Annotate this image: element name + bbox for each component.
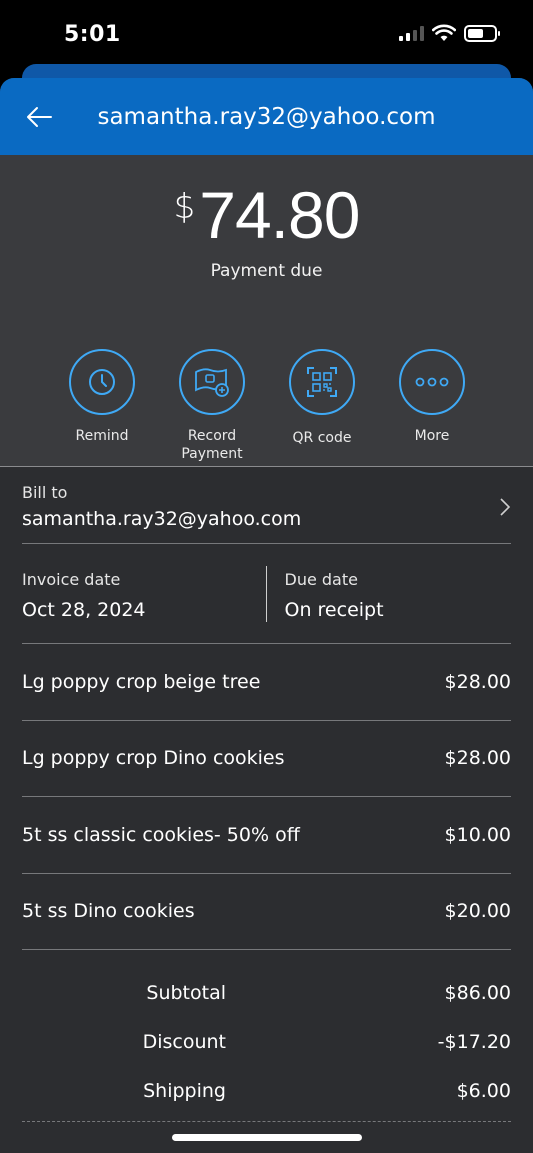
qr-code-icon <box>307 367 337 397</box>
line-item: Lg poppy crop beige tree $28.00 <box>22 644 511 721</box>
totals-section: Subtotal $86.00 Discount -$17.20 Shippin… <box>22 950 511 1115</box>
remind-label: Remind <box>75 428 129 444</box>
wifi-icon <box>432 24 456 41</box>
more-label: More <box>414 428 450 444</box>
status-time: 5:01 <box>64 22 121 47</box>
subtotal-row: Subtotal $86.00 <box>22 968 511 1017</box>
currency-symbol: $ <box>173 187 196 227</box>
bill-to-label: Bill to <box>22 483 68 502</box>
due-date-label: Due date <box>284 570 358 589</box>
record-payment-button[interactable]: Record Payment <box>157 349 267 463</box>
item-name: 5t ss classic cookies- 50% off <box>22 823 300 846</box>
totals-dashed-divider <box>22 1121 511 1122</box>
record-payment-icon <box>195 368 229 397</box>
qr-code-label: QR code <box>292 430 352 446</box>
invoice-details: Bill to samantha.ray32@yahoo.com Invoice… <box>0 466 533 1153</box>
discount-value: -$17.20 <box>437 1030 511 1053</box>
due-date: Due date On receipt <box>267 544 512 643</box>
invoice-sheet: samantha.ray32@yahoo.com $ 74.80 Payment… <box>0 78 533 1153</box>
record-payment-label: Record Payment <box>181 428 243 462</box>
header-bar: samantha.ray32@yahoo.com <box>0 78 533 155</box>
more-circle[interactable] <box>399 349 465 415</box>
chevron-right-icon <box>500 498 511 516</box>
bill-to-email: samantha.ray32@yahoo.com <box>22 508 302 530</box>
discount-label: Discount <box>142 1030 226 1053</box>
item-name: Lg poppy crop Dino cookies <box>22 747 285 770</box>
amount-due: $ 74.80 <box>173 177 361 253</box>
discount-row: Discount -$17.20 <box>22 1017 511 1066</box>
item-name: 5t ss Dino cookies <box>22 900 195 923</box>
invoice-date-value: Oct 28, 2024 <box>22 599 146 621</box>
qr-code-circle[interactable] <box>289 349 355 415</box>
amount-section: $ 74.80 Payment due <box>0 155 533 281</box>
more-dots-icon <box>415 377 449 387</box>
invoice-date: Invoice date Oct 28, 2024 <box>22 544 267 643</box>
back-arrow-icon[interactable] <box>24 102 54 132</box>
amount-label: Payment due <box>210 261 323 281</box>
subtotal-label: Subtotal <box>146 981 226 1004</box>
status-icons <box>399 24 500 42</box>
shipping-row: Shipping $6.00 <box>22 1066 511 1115</box>
line-items: Lg poppy crop beige tree $28.00 Lg poppy… <box>22 644 511 950</box>
cellular-signal-icon <box>399 25 424 41</box>
qr-code-button[interactable]: QR code <box>267 349 377 463</box>
status-bar: 5:01 <box>0 0 533 66</box>
home-indicator[interactable] <box>172 1134 362 1141</box>
due-date-value: On receipt <box>284 599 384 621</box>
action-buttons: Remind Record Payment QR code More <box>47 349 487 463</box>
line-item: Lg poppy crop Dino cookies $28.00 <box>22 721 511 797</box>
bill-to-row[interactable]: Bill to samantha.ray32@yahoo.com <box>22 467 511 544</box>
date-divider <box>266 566 267 622</box>
shipping-value: $6.00 <box>456 1079 511 1102</box>
line-item: 5t ss Dino cookies $20.00 <box>22 874 511 950</box>
invoice-date-label: Invoice date <box>22 570 121 589</box>
clock-icon <box>89 369 115 395</box>
item-price: $28.00 <box>444 747 511 770</box>
item-price: $10.00 <box>444 823 511 846</box>
more-button[interactable]: More <box>377 349 487 463</box>
item-price: $20.00 <box>444 900 511 923</box>
dates-row: Invoice date Oct 28, 2024 Due date On re… <box>22 544 511 644</box>
header-title: samantha.ray32@yahoo.com <box>97 103 436 130</box>
shipping-label: Shipping <box>143 1079 226 1102</box>
item-price: $28.00 <box>444 670 511 693</box>
record-payment-circle[interactable] <box>179 349 245 415</box>
line-item: 5t ss classic cookies- 50% off $10.00 <box>22 797 511 874</box>
amount-value: 74.80 <box>199 178 360 252</box>
remind-circle[interactable] <box>69 349 135 415</box>
remind-button[interactable]: Remind <box>47 349 157 463</box>
subtotal-value: $86.00 <box>444 981 511 1004</box>
battery-icon <box>464 24 500 42</box>
item-name: Lg poppy crop beige tree <box>22 670 261 693</box>
